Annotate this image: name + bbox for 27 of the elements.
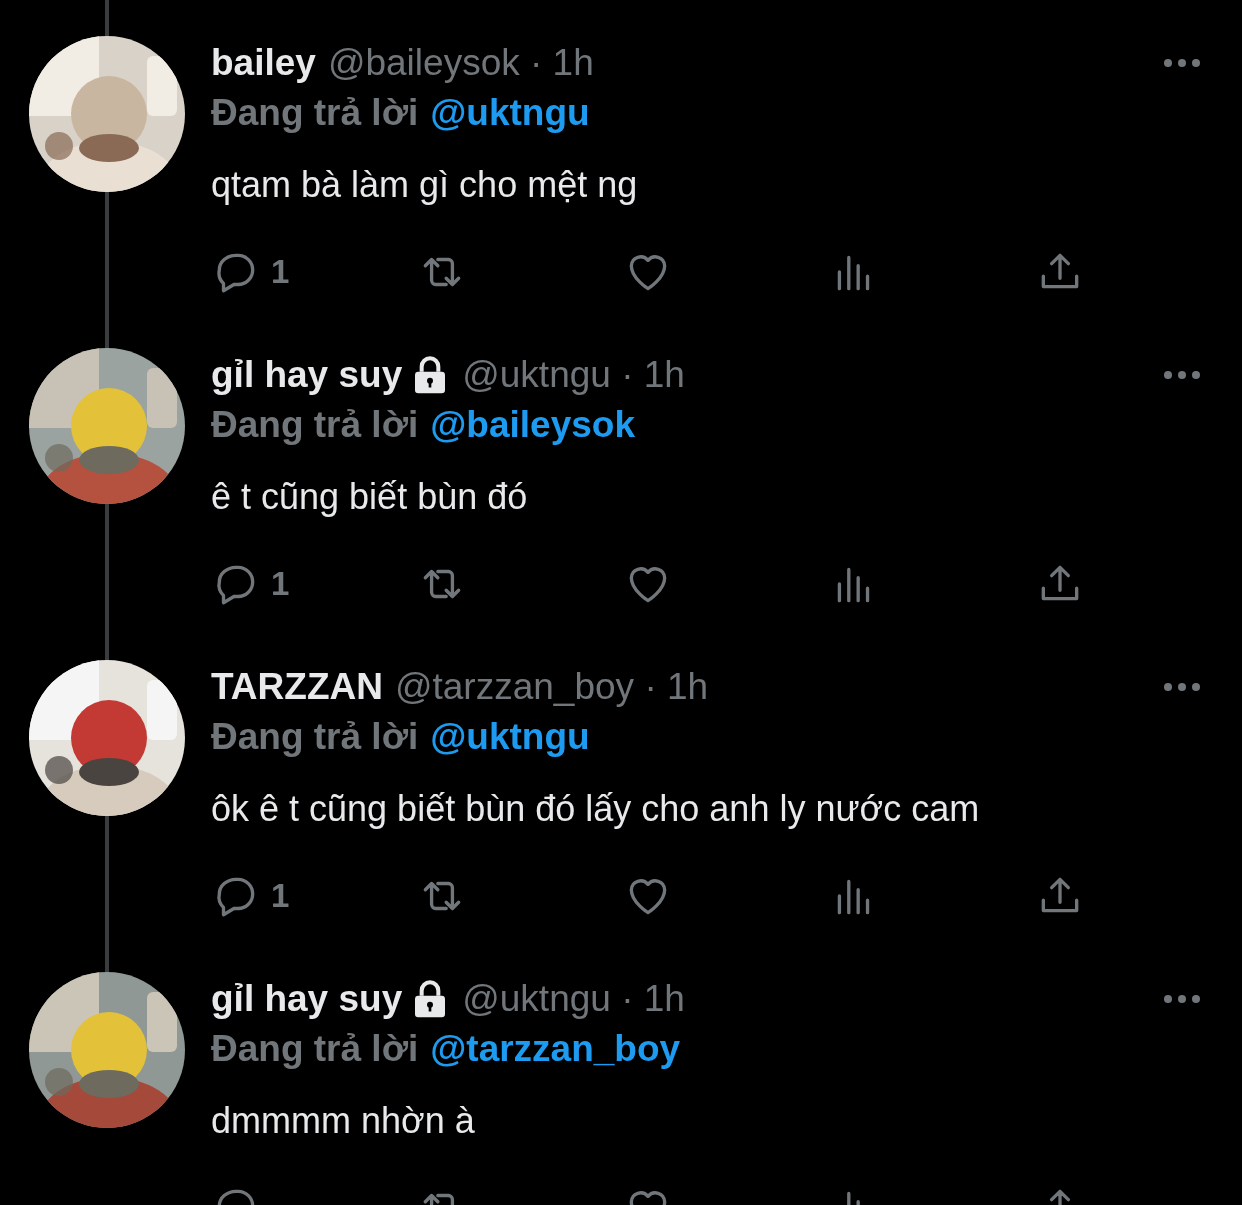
author-name[interactable]: bailey [211,42,316,84]
mention-link[interactable]: @tarzzan_boy [430,1024,681,1074]
tweet-text: ôk ê t cũng biết bùn đó lấy cho anh ly nước cam [211,787,981,831]
replying-label: Đang trả lời [211,91,419,135]
more-icon[interactable] [1162,368,1202,382]
mention-link[interactable]: @baileysok [430,400,635,450]
more-icon[interactable] [1162,56,1202,70]
handle-and-time: @uktngu · 1h [462,978,685,1020]
handle-and-time: @baileysok · 1h [327,42,594,84]
replying-label: Đang trả lời [211,1027,419,1071]
mention-link[interactable]: @uktngu [430,712,590,762]
reply-count: 1 [271,877,290,915]
mention-link[interactable]: @uktngu [430,88,590,138]
replying-label: Đang trả lời [211,715,419,759]
handle-and-time: @uktngu · 1h [462,354,685,396]
author-name[interactable]: TARZZAN [211,666,383,708]
more-icon[interactable] [1162,680,1202,694]
more-icon[interactable] [1162,992,1202,1006]
reply-count: 1 [271,565,290,603]
tweet-text: dmmmm nhờn à [211,1099,476,1143]
author-name[interactable]: gỉl hay suy [211,354,403,396]
replying-label: Đang trả lời [211,403,419,447]
tweet-text: qtam bà làm gì cho mệt ng [211,163,639,207]
author-name[interactable]: gỉl hay suy [211,978,403,1020]
reply-count: 1 [271,253,290,291]
handle-and-time: @tarzzan_boy · 1h [394,666,709,708]
tweet-text: ê t cũng biết bùn đó [211,475,529,519]
